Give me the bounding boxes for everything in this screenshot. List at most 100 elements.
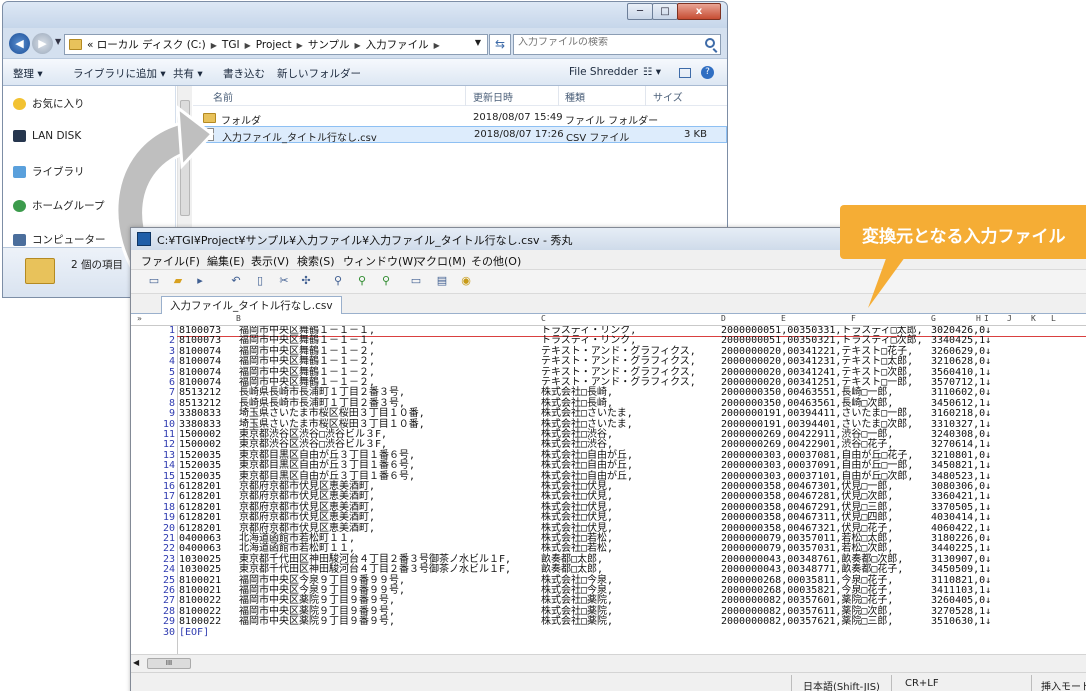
breadcrumb-chevron-icon[interactable]: ▶ — [355, 41, 361, 50]
csv-field: 2000000051,00350321,トラスティ□次郎, — [721, 335, 923, 346]
tab-csv-file[interactable]: 入力ファイル_タイトル行なし.csv — [161, 296, 342, 314]
csv-field: 畝奏都□太郎, — [541, 564, 604, 575]
csv-field: 6128201 — [179, 491, 222, 502]
column-divider[interactable] — [465, 86, 466, 106]
breadcrumb-segment[interactable]: TGI — [222, 39, 240, 51]
csv-field: 福岡市中央区薬院９丁目９番９号, — [239, 595, 396, 606]
back-button[interactable]: ◀ — [9, 33, 30, 54]
menu-window[interactable]: ウィンドウ(W) — [343, 253, 417, 269]
homegroup-icon — [13, 199, 26, 212]
file-shredder-button[interactable]: File Shredder — [569, 66, 638, 78]
line-number: 4 — [168, 356, 175, 367]
gutter-divider — [177, 326, 178, 654]
column-modified[interactable]: 更新日時 — [473, 89, 513, 104]
line-number: 14 — [162, 460, 175, 471]
scrollbar-thumb[interactable]: III — [147, 658, 191, 669]
paste-icon[interactable]: ✣ — [299, 274, 313, 288]
csv-field: 北海道函館市若松町１１, — [239, 543, 356, 554]
preview-pane-icon[interactable] — [679, 68, 691, 78]
hidemaru-app-icon — [137, 232, 151, 246]
find-icon[interactable]: ⚲ — [331, 274, 345, 288]
address-bar[interactable]: « ローカル ディスク (C:) ▶ TGI ▶ Project ▶ サンプル ▶ 入力ファイル… — [64, 34, 488, 55]
find-next-icon[interactable]: ⚲ — [355, 274, 369, 288]
status-newline[interactable]: CR+LF — [905, 678, 939, 689]
open-folder-icon[interactable]: ▰ — [171, 274, 185, 288]
recent-pages-dropdown[interactable]: ▼ — [55, 37, 61, 46]
new-folder-button[interactable]: 新しいフォルダー — [277, 66, 361, 81]
column-divider[interactable] — [645, 86, 646, 106]
breadcrumb-chevron-icon[interactable]: ▶ — [211, 41, 217, 50]
ruler-column-label: J — [1007, 314, 1012, 323]
column-divider[interactable] — [558, 86, 559, 106]
copy-icon[interactable]: ▯ — [253, 274, 267, 288]
ruler-column-label: D — [721, 314, 726, 323]
find-previous-icon[interactable]: ⚲ — [379, 274, 393, 288]
nav-item-lan-disk[interactable]: LAN DISK — [13, 130, 81, 142]
status-insert-mode[interactable]: 挿入モード — [1041, 678, 1086, 691]
window-icon[interactable]: ▤ — [435, 274, 449, 288]
undo-icon[interactable]: ↶ — [229, 274, 243, 288]
save-icon[interactable]: ▸ — [193, 274, 207, 288]
share-button[interactable]: 共有 ▾ — [173, 66, 203, 81]
breadcrumb-segment[interactable]: Project — [256, 39, 292, 51]
csv-field: 2000000043,00348771,畝奏都□花子, — [721, 564, 904, 575]
csv-field: 京都府京都市伏見区恵美酒町, — [239, 491, 376, 502]
scroll-left-icon[interactable]: ◀ — [133, 658, 139, 667]
menu-macro[interactable]: マクロ(M) — [415, 253, 466, 269]
file-modified: 2018/08/07 15:49 — [473, 112, 563, 123]
chevron-down-icon[interactable]: ▼ — [475, 38, 481, 47]
menu-file[interactable]: ファイル(F) — [141, 253, 200, 269]
text-area[interactable]: 1 8100073 福岡市中央区舞鶴１－１－１, トラスティ・リンク, 20000000… — [131, 326, 1086, 654]
menu-edit[interactable]: 編集(E) — [207, 253, 245, 269]
status-encoding[interactable]: 日本語(Shift-JIS) — [803, 678, 880, 691]
csv-field: 福岡市中央区薬院９丁目９番９号, — [239, 616, 396, 627]
nav-item-libraries[interactable]: ライブラリ — [13, 164, 85, 179]
ruler-column-label: F — [851, 314, 856, 323]
close-button[interactable]: x — [677, 3, 721, 20]
new-file-icon[interactable]: ▭ — [147, 274, 161, 288]
arrow-right-icon: ▶ — [38, 37, 47, 50]
help-icon[interactable]: ? — [701, 66, 714, 79]
csv-field: 3510630,1↓ — [931, 616, 992, 627]
column-size[interactable]: サイズ — [653, 89, 683, 104]
breadcrumb-chevron-icon[interactable]: ▶ — [245, 41, 251, 50]
csv-field: 株式会社□若松, — [541, 543, 614, 554]
csv-field: 2000000350,00463551,長崎□一郎, — [721, 387, 894, 398]
breadcrumb-chevron-icon[interactable]: ▶ — [297, 41, 303, 50]
csv-field: 2000000020,00341231,テキスト□太郎, — [721, 356, 914, 367]
breadcrumb-chevron-icon[interactable]: ▶ — [434, 41, 440, 50]
minimize-button[interactable]: ─ — [627, 3, 653, 20]
nav-item-favorites[interactable]: お気に入り — [13, 96, 85, 111]
breadcrumb-segment[interactable]: サンプル — [308, 39, 350, 51]
star-icon — [13, 97, 26, 110]
file-row[interactable]: フォルダ 2018/08/07 15:49 ファイル フォルダー — [199, 110, 727, 127]
search-box[interactable] — [513, 34, 721, 55]
line-number: 17 — [162, 491, 175, 502]
cut-icon[interactable]: ✂ — [277, 274, 291, 288]
search-input[interactable] — [518, 37, 698, 48]
breadcrumb-segment[interactable]: 入力ファイル — [366, 39, 429, 51]
horizontal-scrollbar[interactable]: ◀ III — [131, 654, 1086, 672]
line-number: 30 — [162, 627, 175, 638]
file-row-selected[interactable]: 入力ファイル_タイトル行なし.csv 2018/08/07 17:26 CSV … — [199, 126, 727, 144]
burn-button[interactable]: 書き込む — [223, 66, 265, 81]
search-icon[interactable] — [705, 38, 715, 48]
line-number: 27 — [162, 595, 175, 606]
callout-box: 変換元となる入力ファイル — [840, 205, 1086, 259]
menu-search[interactable]: 検索(S) — [297, 253, 335, 269]
settings-icon[interactable]: ◉ — [459, 274, 473, 288]
menu-other[interactable]: その他(O) — [471, 253, 521, 269]
grep-icon[interactable]: ▭ — [409, 274, 423, 288]
csv-field: 東京都目黒区自由が丘３丁目１番６号, — [239, 460, 416, 471]
view-options-button[interactable]: ☷ ▾ — [643, 66, 661, 78]
refresh-button[interactable]: ⇆ — [489, 34, 511, 55]
forward-button[interactable]: ▶ — [32, 33, 53, 54]
column-type[interactable]: 種類 — [565, 89, 585, 104]
menu-view[interactable]: 表示(V) — [251, 253, 289, 269]
add-to-library-button[interactable]: ライブラリに追加 ▾ — [73, 66, 166, 81]
organize-button[interactable]: 整理 ▾ — [13, 66, 43, 81]
maximize-button[interactable]: □ — [652, 3, 678, 20]
csv-field: 東京都渋谷区渋谷□渋谷ビル３F, — [239, 439, 388, 450]
breadcrumb-segment[interactable]: « ローカル ディスク (C:) — [87, 39, 206, 51]
csv-field: 福岡市中央区舞鶴１－１－２, — [239, 356, 376, 367]
